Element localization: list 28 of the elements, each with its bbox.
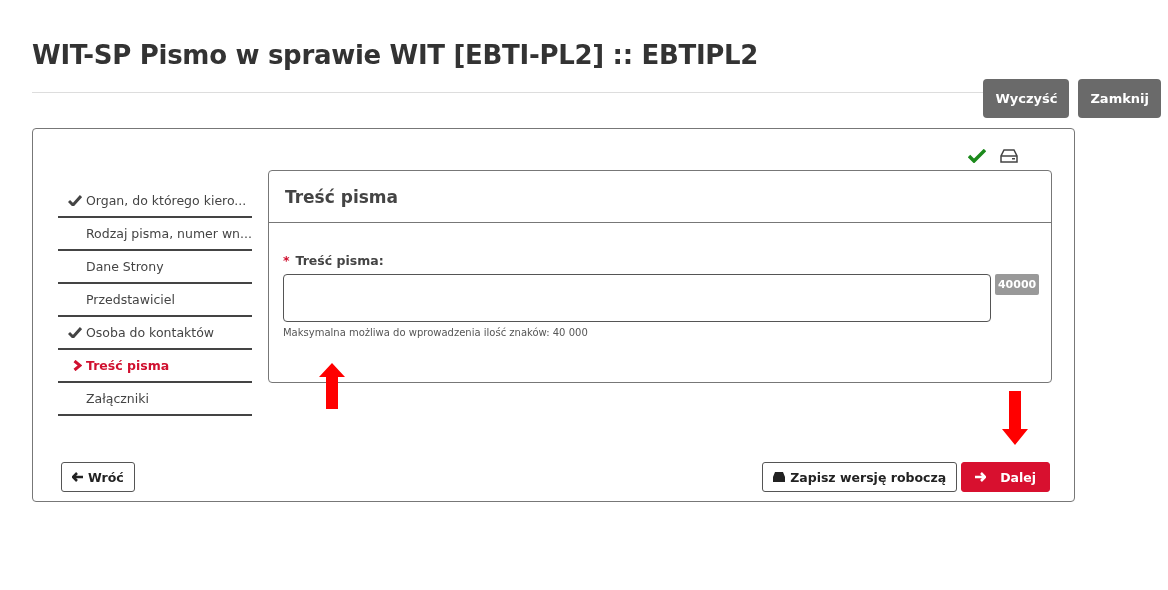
field-hint: Maksymalna możliwa do wprowadzenia ilość znaków: 40 000 [282,327,589,338]
header-button[interactable]: Wyczyść [983,78,1070,118]
checkmark-icon [68,195,82,206]
step-item[interactable]: Przedstawiciel [58,284,252,317]
checkmark-icon [68,327,82,338]
step-item[interactable]: Dane Strony [58,251,252,284]
header-button[interactable]: Zamknij [1078,78,1161,118]
character-counter: 40000 [994,274,1040,295]
drive-icon[interactable] [1000,149,1018,163]
step-item[interactable]: Organ, do którego kiero... [58,185,252,218]
step-item[interactable]: Treść pisma [58,350,252,383]
annotation-arrow [1002,391,1028,445]
chevron-icon [73,360,82,371]
step-item[interactable]: Rodzaj pisma, numer wn... [58,218,252,251]
arrow-right-icon [975,472,987,482]
next-button[interactable]: Dalej [961,462,1050,492]
text-area[interactable] [282,274,991,322]
drive-icon [773,472,786,482]
step-item[interactable]: Osoba do kontaktów [58,317,252,350]
field-label: Treść pisma: [295,253,384,268]
page-title: WIT-SP Pismo w sprawie WIT [EBTI-PL2] :: EBTIPL2 [32,39,760,72]
annotation-arrow [319,363,345,409]
step-item[interactable]: Załączniki [58,383,252,416]
save-draft-button[interactable]: Zapisz wersję roboczą [762,462,958,492]
arrow-left-icon [72,472,83,482]
back-button[interactable]: Wróć [61,462,135,492]
panel-title: Treść pisma [284,186,399,207]
required-mark: * [282,253,290,268]
